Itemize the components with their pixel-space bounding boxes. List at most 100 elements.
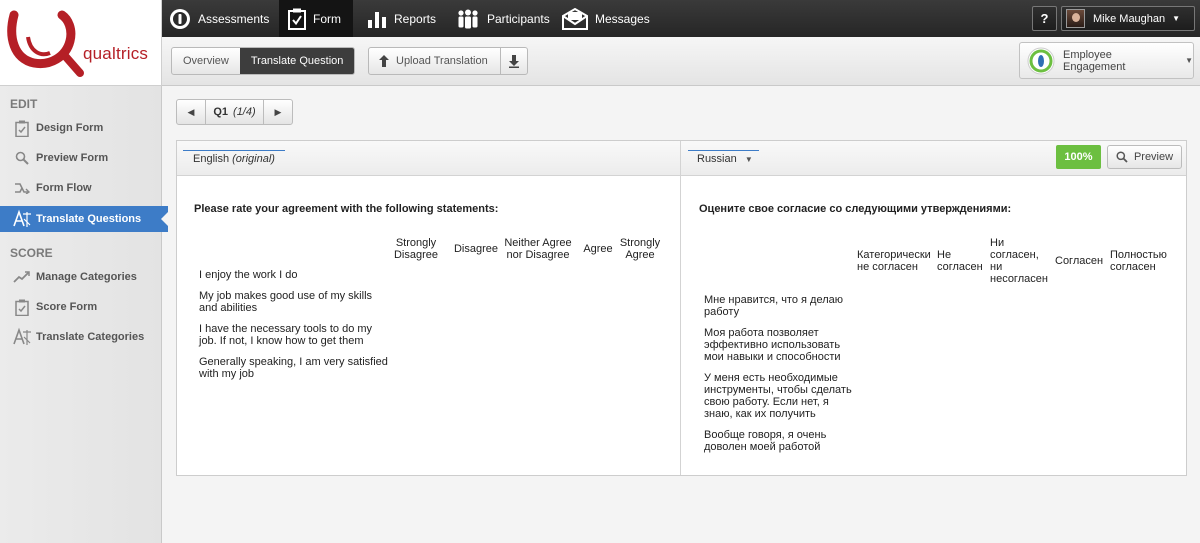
sidebar-item-translate-questions[interactable]: Translate Questions [0, 206, 168, 232]
sidebar-item-design-form[interactable]: Design Form [0, 115, 161, 141]
next-question-button[interactable]: ▶ [264, 100, 292, 124]
project-icon [1027, 47, 1055, 75]
target-statement: Вообще говоря, я очень доволен моей рабо… [704, 429, 827, 453]
target-choice: Согласен [1055, 255, 1104, 267]
source-choice: Strongly Agree [619, 237, 661, 261]
sidebar-item-score-form[interactable]: Score Form [0, 294, 161, 320]
source-choice: Strongly Disagree [393, 237, 439, 261]
source-statement: I enjoy the work I do [199, 269, 298, 281]
project-label: Employee Engagement [1063, 48, 1126, 73]
download-button[interactable] [501, 48, 527, 74]
target-language: Russian [697, 153, 737, 165]
arrow-left-icon: ◀ [187, 106, 195, 117]
translation-panel: English (original) Russian ▼ 100% Previe… [176, 140, 1187, 476]
nav-label: Participants [487, 11, 550, 26]
source-language: English [193, 153, 230, 165]
preview-label: Preview [1133, 151, 1174, 163]
trend-icon [12, 271, 32, 283]
sidebar-item-label: Manage Categories [36, 271, 137, 283]
target-statement: Моя работа позволяет эффективно использо… [704, 327, 841, 363]
question-pager: ◀ Q1 (1/4) ▶ [176, 99, 293, 125]
reports-icon [367, 9, 387, 29]
sidebar-item-form-flow[interactable]: Form Flow [0, 175, 161, 201]
upload-translation-button[interactable]: Upload Translation [369, 48, 500, 74]
sidebar: EDIT Design Form Preview Form Form Flow … [0, 86, 168, 543]
download-icon [508, 54, 519, 68]
nav-label: Messages [595, 11, 650, 26]
section-title-score: SCORE [10, 246, 53, 260]
question-indicator: Q1 (1/4) [205, 100, 264, 124]
avatar [1066, 9, 1085, 28]
score-form-icon [12, 299, 32, 316]
user-name: Mike Maughan [1093, 12, 1166, 25]
nav-label: Form [313, 11, 341, 26]
source-choice: Neither Agree nor Disagree [504, 237, 572, 261]
caret-down-icon: ▼ [1185, 56, 1193, 65]
flow-icon [12, 182, 32, 194]
upload-icon [379, 55, 389, 67]
translate-icon [12, 327, 32, 347]
caret-down-icon: ▼ [1172, 14, 1181, 23]
panel-header: English (original) Russian ▼ 100% Previe… [177, 141, 1186, 176]
previous-question-button[interactable]: ◀ [177, 100, 205, 124]
view-tabs: Overview Translate Question [171, 47, 356, 75]
magnifier-icon [12, 151, 32, 165]
magnifier-icon [1116, 151, 1128, 163]
tab-overview[interactable]: Overview [172, 48, 240, 74]
form-icon [288, 8, 306, 30]
column-divider [680, 141, 681, 475]
user-menu-button[interactable]: Mike Maughan ▼ [1061, 6, 1195, 31]
preview-button[interactable]: Preview [1107, 145, 1182, 169]
target-choice: Категорически не согласен [857, 249, 931, 273]
project-selector[interactable]: Employee Engagement ▼ [1019, 42, 1194, 79]
sidebar-item-manage-categories[interactable]: Manage Categories [0, 264, 161, 290]
source-question-text: Please rate your agreement with the foll… [194, 203, 499, 215]
source-choice: Disagree [453, 243, 499, 255]
sidebar-item-label: Score Form [36, 301, 98, 313]
target-question-text: Оцените свое согласие со следующими утве… [699, 203, 1012, 215]
toolbar: Overview Translate Question Upload Trans… [162, 37, 1200, 86]
nav-participants[interactable]: Participants [456, 0, 551, 37]
source-statement: I have the necessary tools to do my job.… [199, 323, 373, 347]
top-navigation: Assessments Form Reports Participants Me… [162, 0, 1200, 37]
arrow-right-icon: ▶ [274, 106, 282, 117]
question-position: (1/4) [233, 106, 256, 118]
sidebar-item-label: Translate Questions [36, 213, 142, 225]
nav-label: Assessments [198, 11, 270, 26]
sidebar-item-preview-form[interactable]: Preview Form [0, 145, 161, 171]
nav-assessments[interactable]: Assessments [169, 0, 277, 37]
upload-label: Upload Translation [396, 55, 488, 67]
target-statement: У меня есть необходимые инструменты, что… [704, 372, 852, 420]
source-statement: Generally speaking, I am very satisfied … [199, 356, 388, 380]
nav-messages[interactable]: Messages [562, 0, 652, 37]
qualtrics-logo[interactable]: qualtrics [0, 0, 162, 86]
nav-form[interactable]: Form [279, 0, 353, 37]
sidebar-item-translate-categories[interactable]: Translate Categories [0, 324, 161, 350]
source-statement: My job makes good use of my skills and a… [199, 290, 373, 314]
logo-text: qualtrics [83, 44, 149, 63]
nav-reports[interactable]: Reports [367, 0, 447, 37]
tab-translate-question[interactable]: Translate Question [239, 48, 355, 74]
question-number: Q1 [213, 106, 229, 118]
translation-progress-badge: 100% [1056, 145, 1101, 169]
nav-label: Reports [394, 11, 437, 26]
upload-group: Upload Translation [368, 47, 528, 75]
target-statement: Мне нравится, что я делаю работу [704, 294, 843, 318]
source-language-note: (original) [232, 153, 275, 165]
sidebar-item-label: Translate Categories [36, 331, 145, 343]
target-choice: Ни согласен, ни несогласен [990, 237, 1048, 285]
design-form-icon [12, 120, 32, 137]
messages-icon [562, 7, 588, 30]
participants-icon [456, 9, 480, 29]
sidebar-item-label: Design Form [36, 122, 104, 134]
section-title-edit: EDIT [10, 97, 38, 111]
target-choice: Полностью согласен [1110, 249, 1167, 273]
sidebar-item-label: Form Flow [36, 182, 92, 194]
help-button[interactable]: ? [1032, 6, 1057, 31]
source-language-label: English (original) [183, 150, 285, 165]
target-choice: Не согласен [937, 249, 983, 273]
qualtrics-q-icon [7, 10, 84, 77]
target-language-select[interactable]: Russian ▼ [688, 150, 759, 165]
translate-icon [12, 209, 32, 229]
sidebar-item-label: Preview Form [36, 152, 109, 164]
